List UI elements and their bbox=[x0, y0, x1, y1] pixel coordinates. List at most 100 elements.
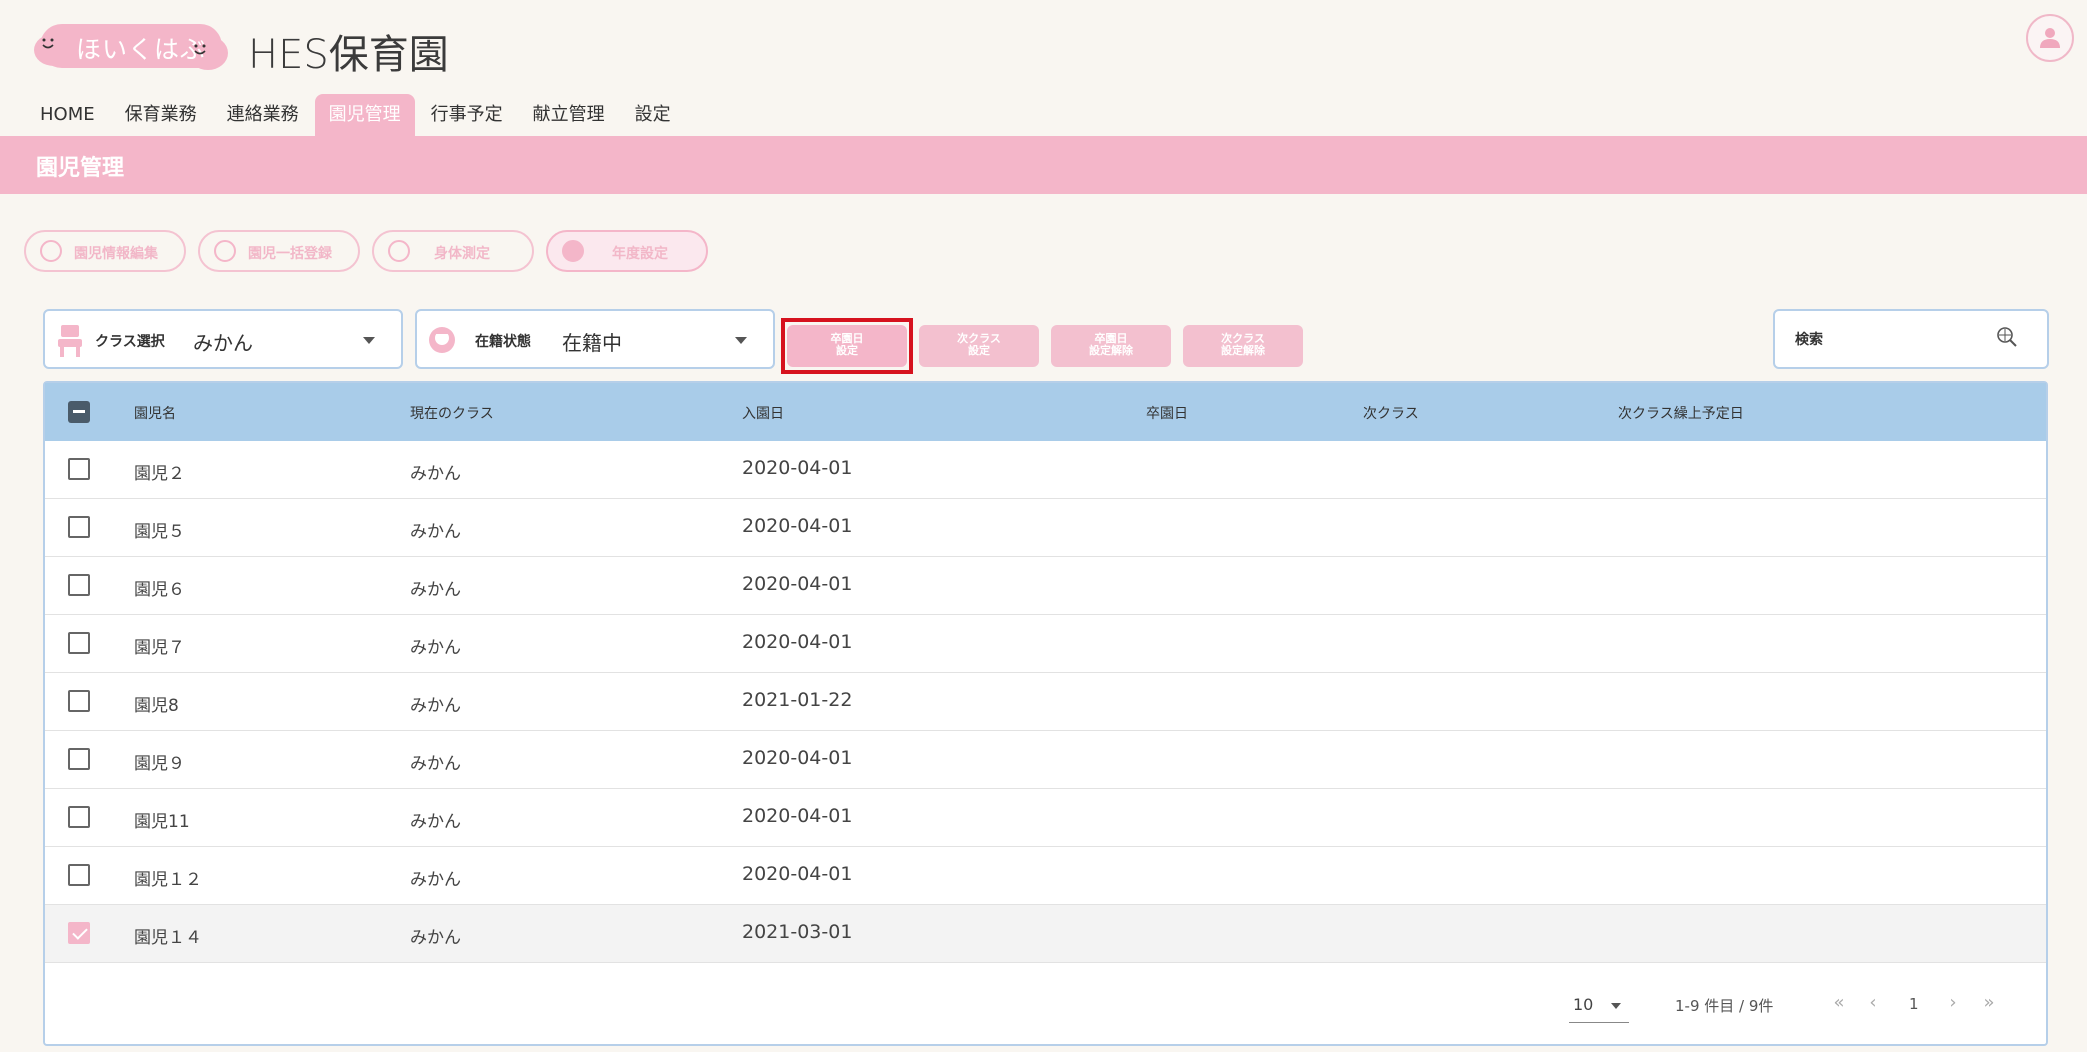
col-name[interactable]: 園児名 bbox=[134, 403, 176, 423]
prev-page-button[interactable]: ‹ bbox=[1859, 989, 1887, 1017]
table-row[interactable]: 園児8 みかん 2021-01-22 bbox=[45, 673, 2046, 731]
child-name-cell: 園児６ bbox=[134, 580, 185, 600]
entry-date-cell: 2021-03-01 bbox=[742, 921, 853, 943]
row-checkbox[interactable] bbox=[68, 922, 90, 944]
col-graduation-date[interactable]: 卒園日 bbox=[1146, 403, 1188, 423]
clear-next-class-button[interactable]: 次クラス 設定解除 bbox=[1183, 325, 1303, 367]
tab-children[interactable]: 園児管理 bbox=[314, 94, 415, 136]
row-checkbox[interactable] bbox=[68, 864, 90, 886]
current-class-cell: みかん bbox=[410, 812, 461, 832]
current-class-cell: みかん bbox=[410, 580, 461, 600]
row-checkbox[interactable] bbox=[68, 574, 90, 596]
search-box bbox=[1773, 309, 2049, 369]
tab-childcare[interactable]: 保育業務 bbox=[111, 94, 211, 136]
edit-child-label: 園児情報編集 bbox=[74, 246, 158, 262]
first-page-button[interactable]: « bbox=[1825, 989, 1853, 1017]
bulk-register-label: 園児一括登録 bbox=[248, 246, 332, 262]
select-all-checkbox[interactable] bbox=[68, 401, 90, 423]
table-row[interactable]: 園児11 みかん 2020-04-01 bbox=[45, 789, 2046, 847]
brand-logo[interactable]: ほいくはぶ bbox=[34, 24, 228, 70]
page-title: 園児管理 bbox=[36, 156, 125, 181]
edit-child-button[interactable]: 園児情報編集 bbox=[24, 230, 186, 272]
row-checkbox[interactable] bbox=[68, 806, 90, 828]
row-checkbox[interactable] bbox=[68, 632, 90, 654]
col-current-class[interactable]: 現在のクラス bbox=[410, 403, 494, 423]
table-row[interactable]: 園児７ みかん 2020-04-01 bbox=[45, 615, 2046, 673]
chevron-down-icon bbox=[363, 337, 375, 344]
current-class-cell: みかん bbox=[410, 522, 461, 542]
rows-per-page-value: 10 bbox=[1573, 995, 1594, 1014]
row-checkbox[interactable] bbox=[68, 516, 90, 538]
current-class-cell: みかん bbox=[410, 696, 461, 716]
child-name-cell: 園児９ bbox=[134, 754, 185, 774]
entry-date-cell: 2020-04-01 bbox=[742, 747, 853, 769]
current-class-cell: みかん bbox=[410, 928, 461, 948]
col-next-class-date[interactable]: 次クラス繰上予定日 bbox=[1618, 403, 1744, 423]
set-next-class-line2: 設定 bbox=[968, 344, 990, 357]
class-icon bbox=[58, 325, 82, 357]
table-row[interactable]: 園児１２ みかん 2020-04-01 bbox=[45, 847, 2046, 905]
entry-date-cell: 2020-04-01 bbox=[742, 573, 853, 595]
pagination: 10 1-9 件目 / 9件 « ‹ 1 › » bbox=[45, 977, 2046, 1037]
class-select[interactable]: クラス選択 みかん bbox=[43, 309, 403, 369]
clear-graduation-line2: 設定解除 bbox=[1089, 344, 1133, 357]
bulk-register-button[interactable]: 園児一括登録 bbox=[198, 230, 360, 272]
table-header: 園児名 現在のクラス 入園日 卒園日 次クラス 次クラス繰上予定日 bbox=[45, 383, 2046, 441]
clear-next-class-line2: 設定解除 bbox=[1221, 344, 1265, 357]
row-checkbox[interactable] bbox=[68, 458, 90, 480]
col-entry-date[interactable]: 入園日 bbox=[742, 403, 784, 423]
current-page: 1 bbox=[1909, 995, 1919, 1013]
search-input[interactable] bbox=[1795, 325, 1995, 355]
tab-home[interactable]: HOME bbox=[26, 94, 109, 136]
search-icon[interactable] bbox=[1995, 325, 2019, 349]
row-checkbox[interactable] bbox=[68, 690, 90, 712]
last-page-button[interactable]: » bbox=[1975, 989, 2003, 1017]
tab-settings[interactable]: 設定 bbox=[621, 94, 685, 136]
fiscal-year-label: 年度設定 bbox=[612, 246, 668, 262]
child-name-cell: 園児１２ bbox=[134, 870, 202, 890]
child-icon bbox=[40, 240, 62, 262]
table-row[interactable]: 園児２ みかん 2020-04-01 bbox=[45, 441, 2046, 499]
user-icon bbox=[2040, 28, 2060, 48]
child-name-cell: 園児11 bbox=[134, 812, 190, 832]
children-table: 園児名 現在のクラス 入園日 卒園日 次クラス 次クラス繰上予定日 園児２ みかん… bbox=[43, 381, 2048, 1046]
table-row[interactable]: 園児１４ みかん 2021-03-01 bbox=[45, 905, 2046, 963]
logo-text: ほいくはぶ bbox=[76, 35, 207, 64]
col-next-class[interactable]: 次クラス bbox=[1363, 403, 1419, 423]
class-select-label: クラス選択 bbox=[95, 334, 165, 350]
group-icon bbox=[214, 240, 236, 262]
table-row[interactable]: 園児５ みかん 2020-04-01 bbox=[45, 499, 2046, 557]
status-select[interactable]: 在籍状態 在籍中 bbox=[415, 309, 775, 369]
next-page-button[interactable]: › bbox=[1939, 989, 1967, 1017]
chevron-down-icon bbox=[1611, 1003, 1621, 1009]
entry-date-cell: 2020-04-01 bbox=[742, 631, 853, 653]
clear-graduation-button[interactable]: 卒園日 設定解除 bbox=[1051, 325, 1171, 367]
smile-face-icon bbox=[194, 44, 206, 55]
child-name-cell: 園児７ bbox=[134, 638, 185, 658]
current-class-cell: みかん bbox=[410, 870, 461, 890]
child-name-cell: 園児２ bbox=[134, 464, 185, 484]
fiscal-year-button[interactable]: 年度設定 bbox=[546, 230, 708, 272]
tab-events[interactable]: 行事予定 bbox=[417, 94, 517, 136]
table-row[interactable]: 園児９ みかん 2020-04-01 bbox=[45, 731, 2046, 789]
current-class-cell: みかん bbox=[410, 638, 461, 658]
rows-per-page-select[interactable]: 10 bbox=[1569, 991, 1629, 1023]
child-name-cell: 園児５ bbox=[134, 522, 185, 542]
smile-face-icon bbox=[42, 38, 54, 49]
chevron-down-icon bbox=[735, 337, 747, 344]
section-bar: 園児管理 bbox=[0, 136, 2087, 194]
table-row[interactable]: 園児６ みかん 2020-04-01 bbox=[45, 557, 2046, 615]
status-select-value: 在籍中 bbox=[562, 331, 622, 355]
tab-contact[interactable]: 連絡業務 bbox=[213, 94, 313, 136]
set-next-class-button[interactable]: 次クラス 設定 bbox=[919, 325, 1039, 367]
user-avatar[interactable] bbox=[2026, 14, 2074, 62]
site-title: HES保育園 bbox=[248, 32, 449, 78]
star-icon bbox=[562, 240, 584, 262]
status-select-label: 在籍状態 bbox=[475, 334, 531, 350]
tab-menu[interactable]: 献立管理 bbox=[519, 94, 619, 136]
row-checkbox[interactable] bbox=[68, 748, 90, 770]
entry-date-cell: 2020-04-01 bbox=[742, 457, 853, 479]
class-select-value: みかん bbox=[193, 331, 253, 355]
child-name-cell: 園児１４ bbox=[134, 928, 202, 948]
body-measure-button[interactable]: 身体測定 bbox=[372, 230, 534, 272]
